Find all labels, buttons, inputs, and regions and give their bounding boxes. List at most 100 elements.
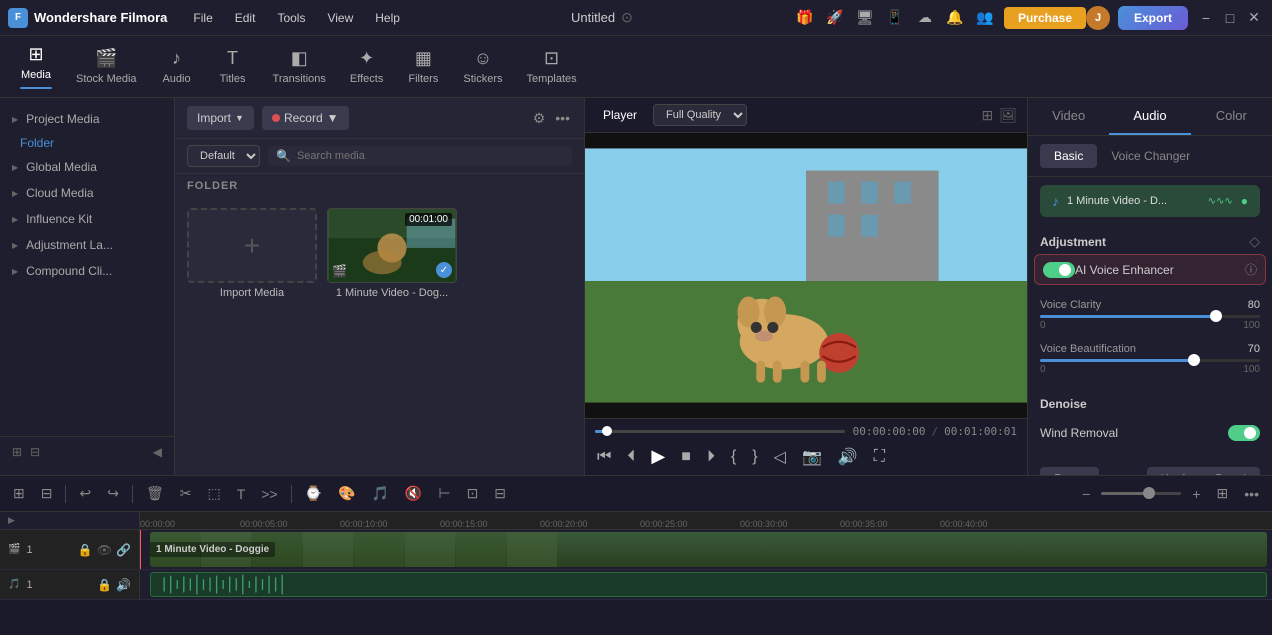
tl-zoom-out[interactable]: − [1077, 483, 1095, 505]
tl-speed[interactable]: ⌚ [300, 482, 327, 505]
audio-clip[interactable] [150, 572, 1267, 597]
video-eye-icon[interactable]: 👁 [97, 543, 112, 557]
tl-mute[interactable]: 🔇 [400, 482, 427, 505]
sidebar-folder[interactable]: Folder [0, 132, 174, 154]
menu-edit[interactable]: Edit [225, 7, 266, 29]
sidebar-item-compound[interactable]: ▶ Compound Cli... [0, 258, 174, 284]
record-button[interactable]: Record ▼ [262, 106, 349, 130]
screenshot-button[interactable]: 📷 [800, 445, 824, 469]
tl-group[interactable]: ⊡ [462, 482, 484, 505]
close-button[interactable]: ✕ [1244, 8, 1264, 28]
sidebar-icon-2[interactable]: ⊟ [30, 445, 40, 459]
tl-speed2[interactable]: ⊟ [489, 482, 511, 505]
user-avatar[interactable]: J [1086, 6, 1110, 30]
list-item[interactable]: + Import Media [187, 208, 317, 299]
toolbar-effects[interactable]: ✦ Effects [338, 42, 395, 91]
sub-tab-basic[interactable]: Basic [1040, 144, 1097, 168]
tab-audio[interactable]: Audio [1109, 98, 1190, 135]
monitor-icon[interactable]: 🖥 [854, 7, 876, 29]
audio-mute-icon[interactable]: 🔊 [116, 578, 131, 592]
people-icon[interactable]: 👥 [974, 7, 996, 29]
tl-zoom-in[interactable]: + [1187, 483, 1205, 505]
toolbar-stickers[interactable]: ☺ Stickers [451, 42, 514, 91]
prev-marker-button[interactable]: ◁ [772, 445, 788, 469]
mark-in-button[interactable]: { [729, 446, 738, 468]
rocket-icon[interactable]: 🚀 [824, 7, 846, 29]
tl-crop[interactable]: ⬚ [202, 482, 225, 505]
default-select[interactable]: Default [187, 145, 260, 167]
sidebar-item-global-media[interactable]: ▶ Global Media [0, 154, 174, 180]
sidebar-item-influence-kit[interactable]: ▶ Influence Kit [0, 206, 174, 232]
list-item[interactable]: 00:01:00 🎬 ✓ 1 Minute Video - Dog... [327, 208, 457, 299]
video-link-icon[interactable]: 🔗 [116, 543, 131, 557]
mark-out-button[interactable]: } [750, 446, 759, 468]
menu-tools[interactable]: Tools [267, 7, 315, 29]
wind-removal-toggle[interactable] [1228, 425, 1260, 441]
search-input[interactable] [297, 150, 564, 162]
phone-icon[interactable]: 📱 [884, 7, 906, 29]
sidebar-collapse[interactable]: ◀ [153, 445, 162, 459]
voice-clarity-slider[interactable] [1040, 315, 1260, 318]
fullscreen-button[interactable]: ⛶ [872, 446, 887, 468]
tab-color[interactable]: Color [1191, 98, 1272, 135]
toolbar-titles[interactable]: T Titles [205, 42, 261, 91]
tl-scene-detect[interactable]: ⊞ [8, 482, 30, 505]
ai-voice-enhancer-toggle[interactable] [1043, 262, 1075, 278]
minimize-button[interactable]: − [1196, 8, 1216, 28]
purchase-button[interactable]: Purchase [1004, 7, 1086, 29]
toolbar-audio[interactable]: ♪ Audio [149, 42, 205, 91]
maximize-button[interactable]: □ [1220, 8, 1240, 28]
tl-snap[interactable]: ⊟ [36, 482, 58, 505]
tl-zoom-track[interactable] [1101, 492, 1181, 495]
filter-icon[interactable]: ⚙ [531, 108, 548, 129]
import-button[interactable]: Import ▼ [187, 106, 254, 130]
tl-more2[interactable]: ••• [1239, 483, 1264, 505]
sidebar-item-adjustment[interactable]: ▶ Adjustment La... [0, 232, 174, 258]
more-icon[interactable]: ••• [553, 108, 572, 129]
gift-icon[interactable]: 🎁 [794, 7, 816, 29]
sub-tab-voice-changer[interactable]: Voice Changer [1097, 144, 1204, 168]
ai-voice-info-icon[interactable]: ⓘ [1245, 261, 1257, 278]
tab-video[interactable]: Video [1028, 98, 1109, 135]
tl-cut[interactable]: ✂ [175, 482, 197, 505]
sidebar-item-project-media[interactable]: ▶ Project Media [0, 106, 174, 132]
toolbar-stock-media[interactable]: 🎬 Stock Media [64, 42, 149, 91]
keyframe-panel-button[interactable]: Keyframe Panel [1147, 467, 1260, 475]
tl-grid-view[interactable]: ⊞ [1212, 482, 1234, 505]
toolbar-media[interactable]: ⊞ Media [8, 38, 64, 95]
toolbar-templates[interactable]: ⊡ Templates [514, 42, 588, 91]
tl-split[interactable]: ⊢ [433, 482, 455, 505]
quality-select[interactable]: Full Quality [653, 104, 747, 126]
toolbar-transitions[interactable]: ◧ Transitions [261, 42, 338, 91]
reset-button[interactable]: Reset [1040, 467, 1099, 475]
tl-audio-duck[interactable]: 🎵 [366, 482, 393, 505]
menu-help[interactable]: Help [365, 7, 410, 29]
adjustment-icon[interactable]: ◇ [1249, 233, 1260, 250]
tl-undo[interactable]: ↩ [74, 482, 96, 505]
tl-color[interactable]: 🎨 [333, 482, 360, 505]
menu-file[interactable]: File [183, 7, 222, 29]
frame-back-button[interactable]: ⏴ [625, 446, 637, 468]
tl-redo[interactable]: ↪ [102, 482, 124, 505]
audio-lock-icon[interactable]: 🔒 [97, 578, 112, 592]
bell-icon[interactable]: 🔔 [944, 7, 966, 29]
frame-forward-button[interactable]: ⏵ [705, 446, 717, 468]
skip-back-button[interactable]: ⏮ [595, 446, 613, 468]
tl-text[interactable]: T [232, 483, 251, 505]
upload-icon[interactable]: ☁ [914, 7, 936, 29]
menu-view[interactable]: View [317, 7, 363, 29]
progress-bar[interactable] [595, 430, 845, 433]
sidebar-item-cloud-media[interactable]: ▶ Cloud Media [0, 180, 174, 206]
export-button[interactable]: Export [1118, 6, 1188, 30]
tab-player[interactable]: Player [595, 105, 645, 125]
image-view-icon[interactable]: 🖼 [999, 107, 1017, 124]
video-clip[interactable]: 1 Minute Video - Doggie [150, 532, 1267, 567]
tl-delete[interactable]: 🗑 [141, 482, 169, 505]
video-lock-icon[interactable]: 🔒 [78, 543, 93, 557]
volume-button[interactable]: 🔊 [836, 445, 860, 469]
sidebar-icon-1[interactable]: ⊞ [12, 445, 22, 459]
tl-more[interactable]: >> [256, 483, 282, 505]
play-button[interactable]: ▶ [649, 444, 667, 469]
grid-view-icon[interactable]: ⊞ [981, 107, 993, 124]
toolbar-filters[interactable]: ▦ Filters [395, 42, 451, 91]
